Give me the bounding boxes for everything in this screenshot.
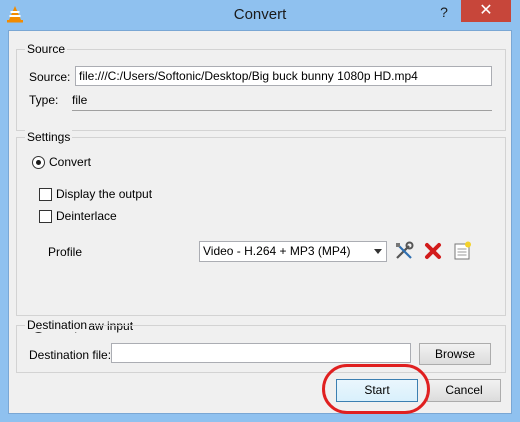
dialog-body: Source Source: file:///C:/Users/Softonic… <box>8 30 512 414</box>
destination-group-label: Destination <box>25 318 90 332</box>
new-profile-icon[interactable] <box>451 240 473 262</box>
display-output-label[interactable]: Display the output <box>56 187 152 201</box>
cancel-button[interactable]: Cancel <box>427 379 501 402</box>
destination-group: Destination Destination file: Browse <box>16 318 506 373</box>
deinterlace-label[interactable]: Deinterlace <box>56 209 117 223</box>
help-button[interactable]: ? <box>433 2 455 22</box>
destination-file-label: Destination file: <box>29 348 112 362</box>
type-underline <box>72 110 492 111</box>
source-label: Source: <box>29 70 71 84</box>
convert-label[interactable]: Convert <box>49 155 91 169</box>
destination-file-input[interactable] <box>111 343 411 363</box>
profile-select[interactable]: Video - H.264 + MP3 (MP4) <box>199 241 387 262</box>
delete-profile-icon[interactable] <box>422 240 444 262</box>
deinterlace-checkbox[interactable] <box>39 210 52 223</box>
convert-window: Convert ? ✕ Source Source: file:///C:/Us… <box>0 0 520 422</box>
source-field[interactable]: file:///C:/Users/Softonic/Desktop/Big bu… <box>75 66 492 86</box>
chevron-down-icon <box>374 249 382 254</box>
settings-group-label: Settings <box>25 130 73 144</box>
profile-selected-value: Video - H.264 + MP3 (MP4) <box>203 244 351 258</box>
type-value: file <box>72 93 88 107</box>
type-label: Type: <box>29 93 59 107</box>
display-output-checkbox[interactable] <box>39 188 52 201</box>
source-group: Source Source: file:///C:/Users/Softonic… <box>16 42 506 131</box>
settings-group: Settings Convert Display the output Dein… <box>16 130 506 333</box>
edit-profile-tools-icon[interactable] <box>393 240 415 262</box>
convert-radio[interactable] <box>32 156 45 169</box>
source-group-label: Source <box>25 42 68 56</box>
start-highlight-circle <box>322 364 430 414</box>
browse-button[interactable]: Browse <box>419 343 491 365</box>
title-bar[interactable]: Convert ? ✕ <box>0 0 520 30</box>
profile-label: Profile <box>48 245 83 259</box>
close-button[interactable]: ✕ <box>461 0 511 22</box>
